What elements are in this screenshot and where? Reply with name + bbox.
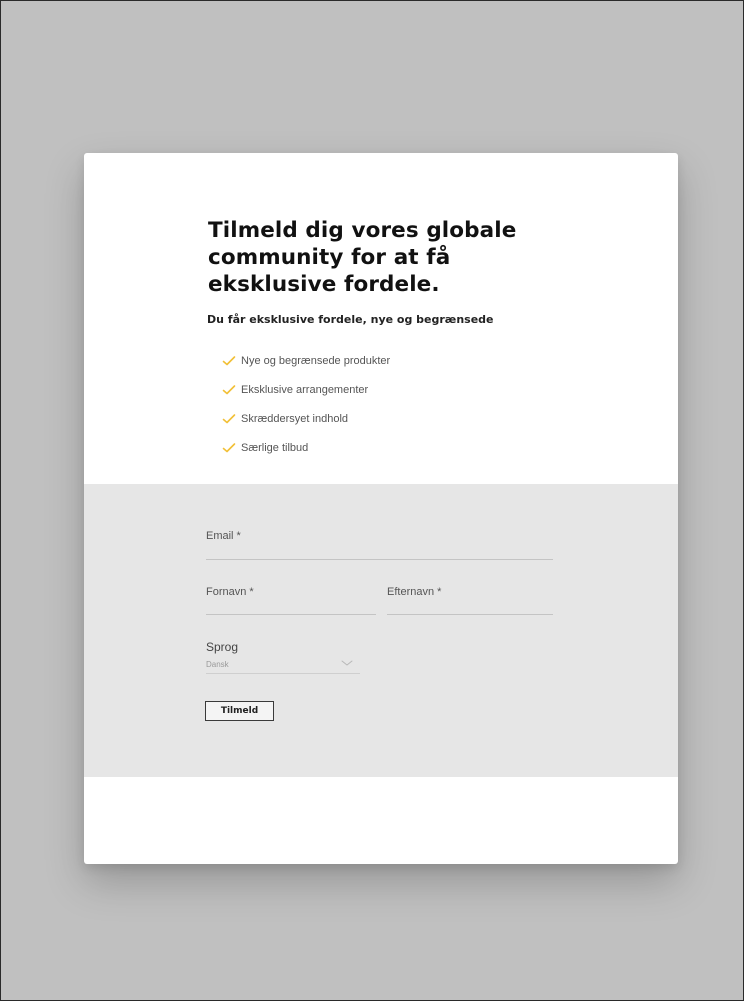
benefit-label: Skræddersyet indhold — [241, 412, 349, 425]
signup-headline: Tilmeld dig vores globale community for … — [208, 218, 517, 297]
benefit-label: Særlige tilbud — [241, 441, 309, 454]
benefit-item: Særlige tilbud — [222, 433, 390, 462]
chevron-down-icon — [341, 660, 353, 666]
signup-form: Email * Fornavn * Efternavn * Sprog Dans… — [84, 484, 678, 777]
language-underline — [206, 673, 360, 674]
submit-button[interactable]: Tilmeld — [205, 701, 274, 721]
firstname-label: Fornavn * — [206, 586, 254, 598]
language-selected-value: Dansk — [206, 660, 229, 669]
signup-subheadline: Du får eksklusive fordele, nye og begræn… — [207, 313, 494, 326]
email-underline — [206, 559, 553, 560]
benefit-label: Eksklusive arrangementer — [241, 383, 369, 396]
firstname-underline — [206, 614, 376, 615]
language-label: Sprog — [206, 640, 239, 654]
email-label: Email * — [206, 530, 241, 542]
signup-intro: Tilmeld dig vores globale community for … — [84, 153, 678, 484]
lastname-field[interactable]: Efternavn * — [381, 582, 553, 618]
firstname-field[interactable]: Fornavn * — [206, 582, 376, 618]
benefit-label: Nye og begrænsede produkter — [241, 354, 391, 367]
benefit-item: Skræddersyet indhold — [222, 404, 390, 433]
checkmark-icon — [222, 384, 236, 394]
lastname-label: Efternavn * — [387, 586, 442, 598]
benefit-item: Eksklusive arrangementer — [222, 375, 390, 404]
language-select[interactable]: Sprog Dansk — [206, 639, 360, 679]
benefit-item: Nye og begrænsede produkter — [222, 346, 390, 375]
signup-modal: Tilmeld dig vores globale community for … — [84, 153, 678, 864]
checkmark-icon — [222, 413, 236, 423]
checkmark-icon — [222, 442, 236, 452]
lastname-underline — [387, 614, 553, 615]
email-field[interactable]: Email * — [206, 526, 553, 562]
checkmark-icon — [222, 355, 236, 365]
benefits-list: Nye og begrænsede produkter Eksklusive a… — [222, 346, 390, 462]
